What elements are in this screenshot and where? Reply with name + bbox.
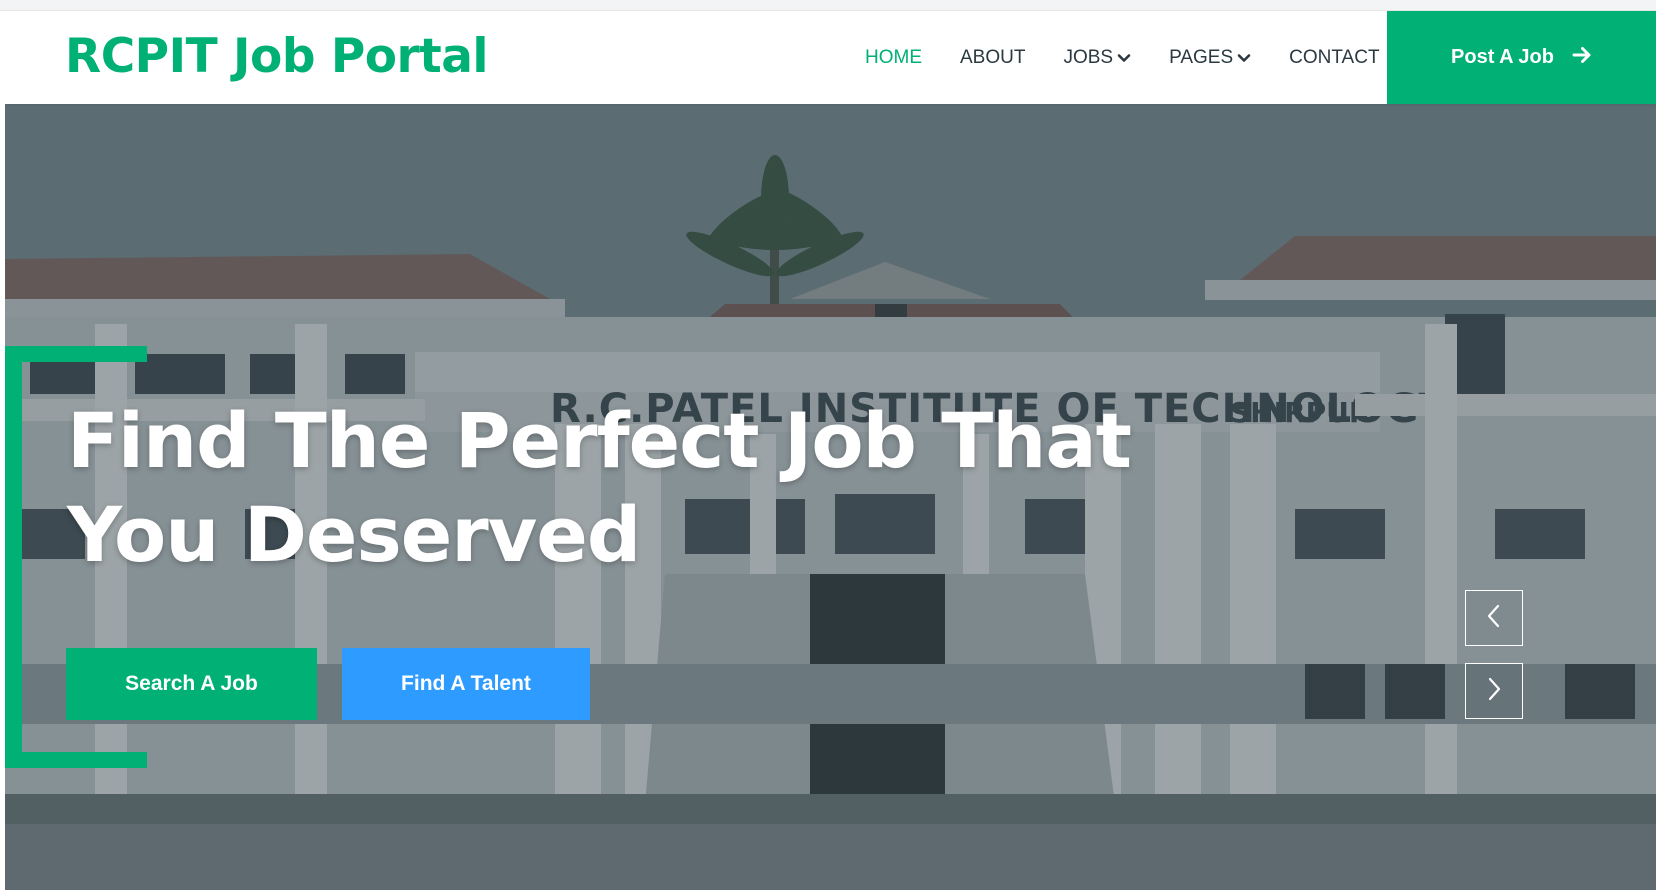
hero-headline: Find The Perfect Job That You Deserved — [67, 394, 1267, 582]
decorative-frame — [5, 346, 22, 768]
chevron-right-icon — [1483, 675, 1505, 708]
decorative-frame — [5, 346, 147, 362]
nav-menu: HOME ABOUT JOBS PAGES CONTACT — [865, 11, 1418, 104]
brand-logo[interactable]: RCPIT Job Portal — [65, 27, 489, 87]
find-talent-button[interactable]: Find A Talent — [342, 648, 590, 720]
chevron-left-icon — [1483, 602, 1505, 635]
hero-headline-line2: You Deserved — [67, 490, 641, 579]
nav-item-about-label: ABOUT — [960, 46, 1026, 68]
nav-item-contact[interactable]: CONTACT — [1289, 47, 1379, 69]
nav-item-contact-label: CONTACT — [1289, 46, 1380, 68]
browser-top-strip — [0, 0, 1656, 11]
hero-carousel: R.C.PATEL INSTITUTE OF TECHNOLOGY SHIRPU… — [5, 104, 1656, 890]
search-job-button[interactable]: Search A Job — [66, 648, 317, 720]
nav-item-home-label: HOME — [865, 46, 922, 68]
nav-item-jobs-label: JOBS — [1063, 46, 1114, 68]
decorative-frame — [5, 752, 147, 768]
carousel-next-button[interactable] — [1465, 663, 1523, 719]
nav-item-jobs[interactable]: JOBS — [1063, 47, 1131, 69]
navbar: RCPIT Job Portal HOME ABOUT JOBS PAGES C… — [5, 11, 1656, 104]
page: RCPIT Job Portal HOME ABOUT JOBS PAGES C… — [5, 11, 1656, 890]
hero-headline-line1: Find The Perfect Job That — [67, 396, 1132, 485]
carousel-prev-button[interactable] — [1465, 590, 1523, 646]
nav-item-home[interactable]: HOME — [865, 47, 922, 69]
chevron-down-icon — [1237, 51, 1251, 65]
post-job-button[interactable]: Post A Job — [1387, 11, 1656, 104]
nav-item-about[interactable]: ABOUT — [960, 47, 1025, 69]
nav-item-pages-label: PAGES — [1169, 46, 1234, 68]
post-job-label: Post A Job — [1451, 46, 1554, 68]
chevron-down-icon — [1117, 51, 1131, 65]
arrow-right-icon — [1572, 46, 1592, 70]
nav-item-pages[interactable]: PAGES — [1169, 47, 1251, 69]
